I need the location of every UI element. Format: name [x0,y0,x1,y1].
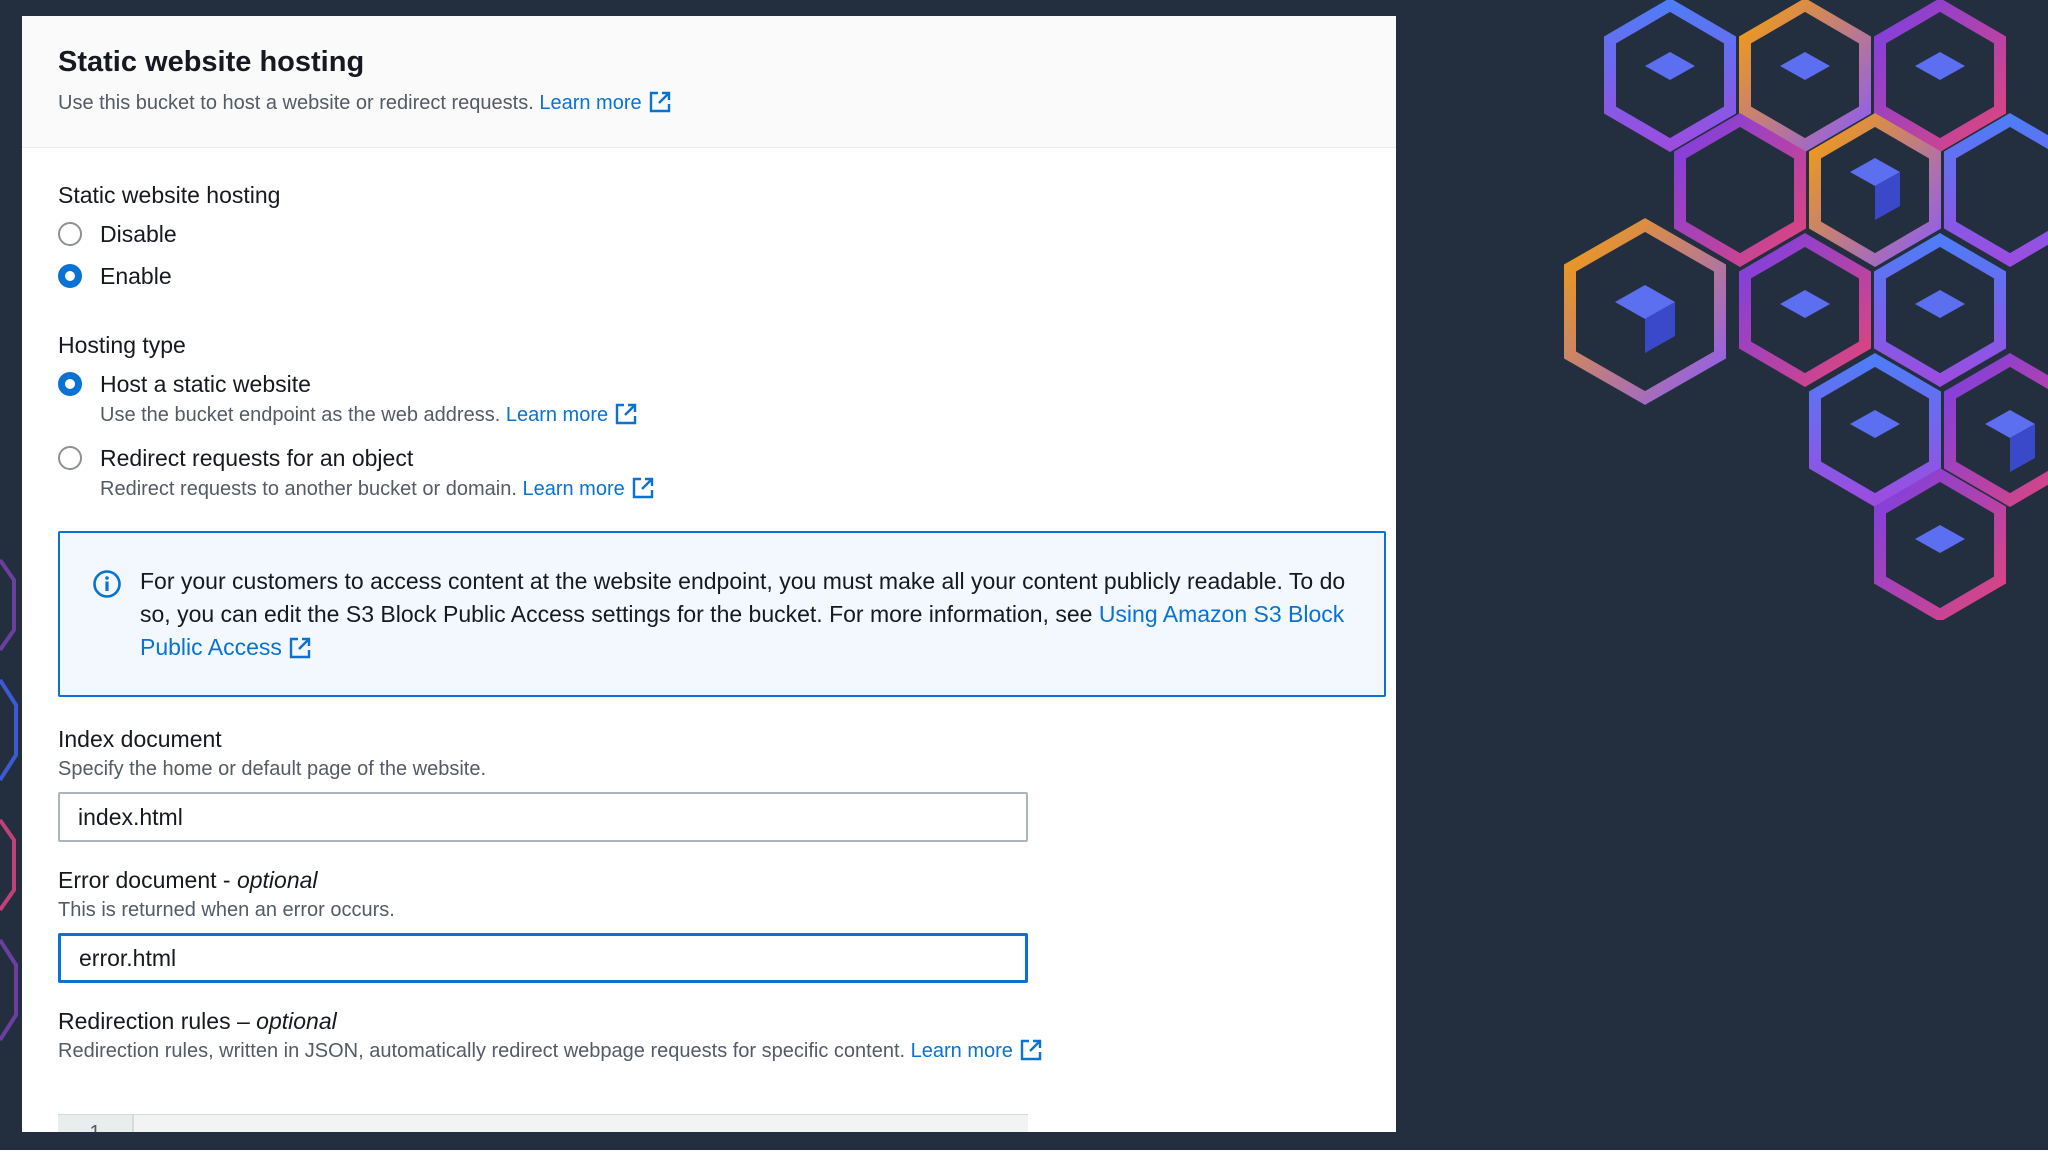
radio-text-redirect: Redirect requests for an object Redirect… [100,444,655,502]
learn-more-link[interactable]: Learn more [522,477,654,500]
panel-header: Static website hosting Use this bucket t… [22,16,1396,148]
external-link-icon [289,637,311,659]
error-document-label: Error document - optional [58,865,1028,895]
redirection-rules-label-text: Redirection rules – [58,1008,257,1034]
radio-option-enable[interactable]: Enable [58,262,280,290]
static-website-hosting-panel: Static website hosting Use this bucket t… [22,16,1396,1132]
radio-label-host-static: Host a static website [100,371,311,397]
learn-more-link[interactable]: Learn more [910,1039,1043,1062]
radio-icon[interactable] [58,264,82,288]
learn-more-label: Learn more [910,1040,1013,1062]
info-alert: For your customers to access content at … [58,531,1386,697]
hosting-type-group: Hosting type Host a static website Use t… [58,330,655,502]
redirection-rules-editor[interactable]: 1 [58,1114,1028,1132]
index-document-field: Index document Specify the home or defau… [58,724,1028,842]
index-document-hint: Specify the home or default page of the … [58,758,487,780]
error-document-field: Error document - optional This is return… [58,865,1028,983]
radio-icon[interactable] [58,446,82,470]
radio-label-disable: Disable [100,221,177,247]
decorative-pattern-left [0,558,18,1042]
external-link-icon [649,91,670,113]
learn-more-label: Learn more [539,92,642,114]
error-document-input[interactable] [58,933,1028,983]
learn-more-link[interactable]: Learn more [539,91,671,114]
optional-tag: optional [236,867,318,893]
redirection-rules-hint: Redirection rules, written in JSON, auto… [58,1038,1043,1064]
error-document-hint: This is returned when an error occurs. [58,899,395,921]
external-link-icon [632,477,653,499]
radio-text-host-static: Host a static website Use the bucket end… [100,370,638,428]
external-link-icon [1020,1039,1042,1061]
redirection-rules-field: Redirection rules – optional Redirection… [58,1006,1043,1064]
radio-icon[interactable] [58,222,82,246]
radio-description-redirect: Redirect requests to another bucket or d… [100,476,655,502]
page-title: Static website hosting [58,46,365,78]
line-number: 1 [58,1115,134,1132]
panel-description: Use this bucket to host a website or red… [58,90,1396,116]
panel-description-text: Use this bucket to host a website or red… [58,92,534,114]
radio-option-host-static[interactable]: Host a static website Use the bucket end… [58,370,655,428]
radio-option-disable[interactable]: Disable [58,220,280,248]
radio-description-text: Redirect requests to another bucket or d… [100,478,517,500]
info-icon [93,570,121,598]
learn-more-label: Learn more [505,404,609,426]
radio-label-enable: Enable [100,263,172,289]
redirection-rules-label: Redirection rules – optional [58,1006,1043,1036]
learn-more-link[interactable]: Learn more [505,403,638,426]
optional-tag: optional [256,1008,337,1034]
radio-label-redirect: Redirect requests for an object [100,445,414,471]
learn-more-label: Learn more [522,478,625,500]
decorative-hexagon-art [1564,0,2048,620]
info-text: For your customers to access content at … [140,565,1354,664]
radio-description-text: Use the bucket endpoint as the web addre… [100,404,501,426]
hosting-toggle-group: Static website hosting Disable Enable [58,180,280,290]
redirection-rules-hint-text: Redirection rules, written in JSON, auto… [58,1040,906,1062]
radio-option-redirect[interactable]: Redirect requests for an object Redirect… [58,444,655,502]
hosting-type-label: Hosting type [58,332,186,358]
index-document-input[interactable] [58,792,1028,842]
external-link-icon [615,403,637,425]
hosting-toggle-label: Static website hosting [58,182,281,208]
radio-description-host-static: Use the bucket endpoint as the web addre… [100,402,638,428]
error-document-label-text: Error document - [58,867,237,893]
index-document-label: Index document [58,726,222,752]
radio-icon[interactable] [58,372,82,396]
